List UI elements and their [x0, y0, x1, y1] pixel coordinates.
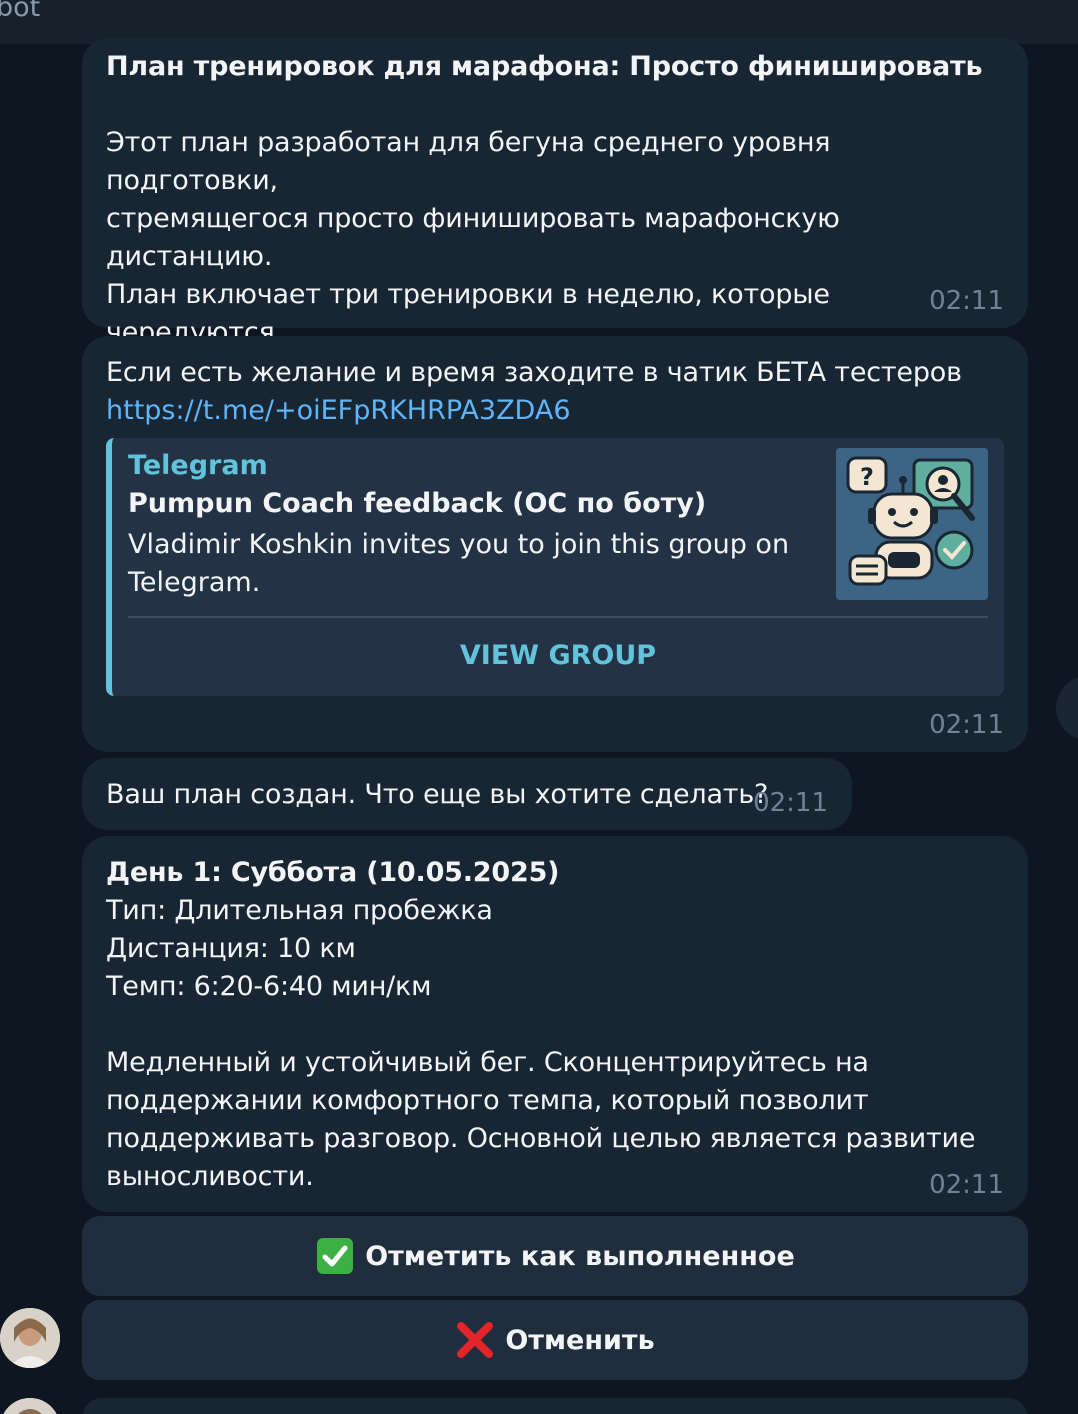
day-body: Медленный и устойчивый бег. Сконцентриру… — [106, 1047, 976, 1192]
robot-support-icon: ? — [836, 448, 988, 600]
message-partial — [82, 1398, 1028, 1414]
message-title: План тренировок для марафона: Просто фин… — [106, 51, 983, 82]
message-text: Ваш план создан. Что еще вы хотите сдела… — [106, 779, 769, 810]
message-day-1: День 1: Суббота (10.05.2025) Тип: Длител… — [82, 836, 1028, 1212]
link-preview[interactable]: Telegram Pumpun Coach feedback (ОС по бо… — [106, 438, 1004, 696]
message-plan-intro: План тренировок для марафона: Просто фин… — [82, 38, 1028, 424]
cross-mark-icon — [455, 1320, 495, 1360]
preview-title: Pumpun Coach feedback (ОС по боту) — [128, 488, 707, 519]
mark-done-button[interactable]: Отметить как выполненное — [82, 1216, 1028, 1296]
chat-title: bot — [0, 0, 41, 23]
message-text: Если есть желание и время заходите в чат… — [106, 357, 962, 388]
view-group-button[interactable]: VIEW GROUP — [128, 622, 988, 688]
avatar[interactable] — [0, 1308, 60, 1368]
message-plan-created: Ваш план создан. Что еще вы хотите сдела… — [82, 758, 852, 830]
scroll-down-button[interactable] — [1056, 676, 1078, 740]
invite-link[interactable]: https://t.me/+oiEFpRKHRPA3ZDA6 — [106, 392, 571, 430]
check-mark-icon — [315, 1236, 355, 1276]
cancel-label: Отменить — [505, 1324, 655, 1356]
preview-divider — [128, 616, 988, 618]
svg-text:?: ? — [860, 463, 874, 491]
message-time: 02:11 — [929, 710, 1004, 740]
avatar[interactable] — [0, 1398, 60, 1414]
message-time: 02:11 — [929, 286, 1004, 316]
day-title: День 1: Суббота (10.05.2025) — [106, 857, 560, 888]
day-details: Тип: Длительная пробежка Дистанция: 10 к… — [106, 895, 493, 1002]
mark-done-label: Отметить как выполненное — [365, 1240, 795, 1272]
message-time: 02:11 — [753, 788, 828, 818]
preview-site-name: Telegram — [128, 450, 268, 481]
message-time: 02:11 — [929, 1170, 1004, 1200]
preview-description: Vladimir Koshkin invites you to join thi… — [128, 529, 790, 598]
message-beta-invite: Если есть желание и время заходите в чат… — [82, 336, 1028, 752]
cancel-button[interactable]: Отменить — [82, 1300, 1028, 1380]
